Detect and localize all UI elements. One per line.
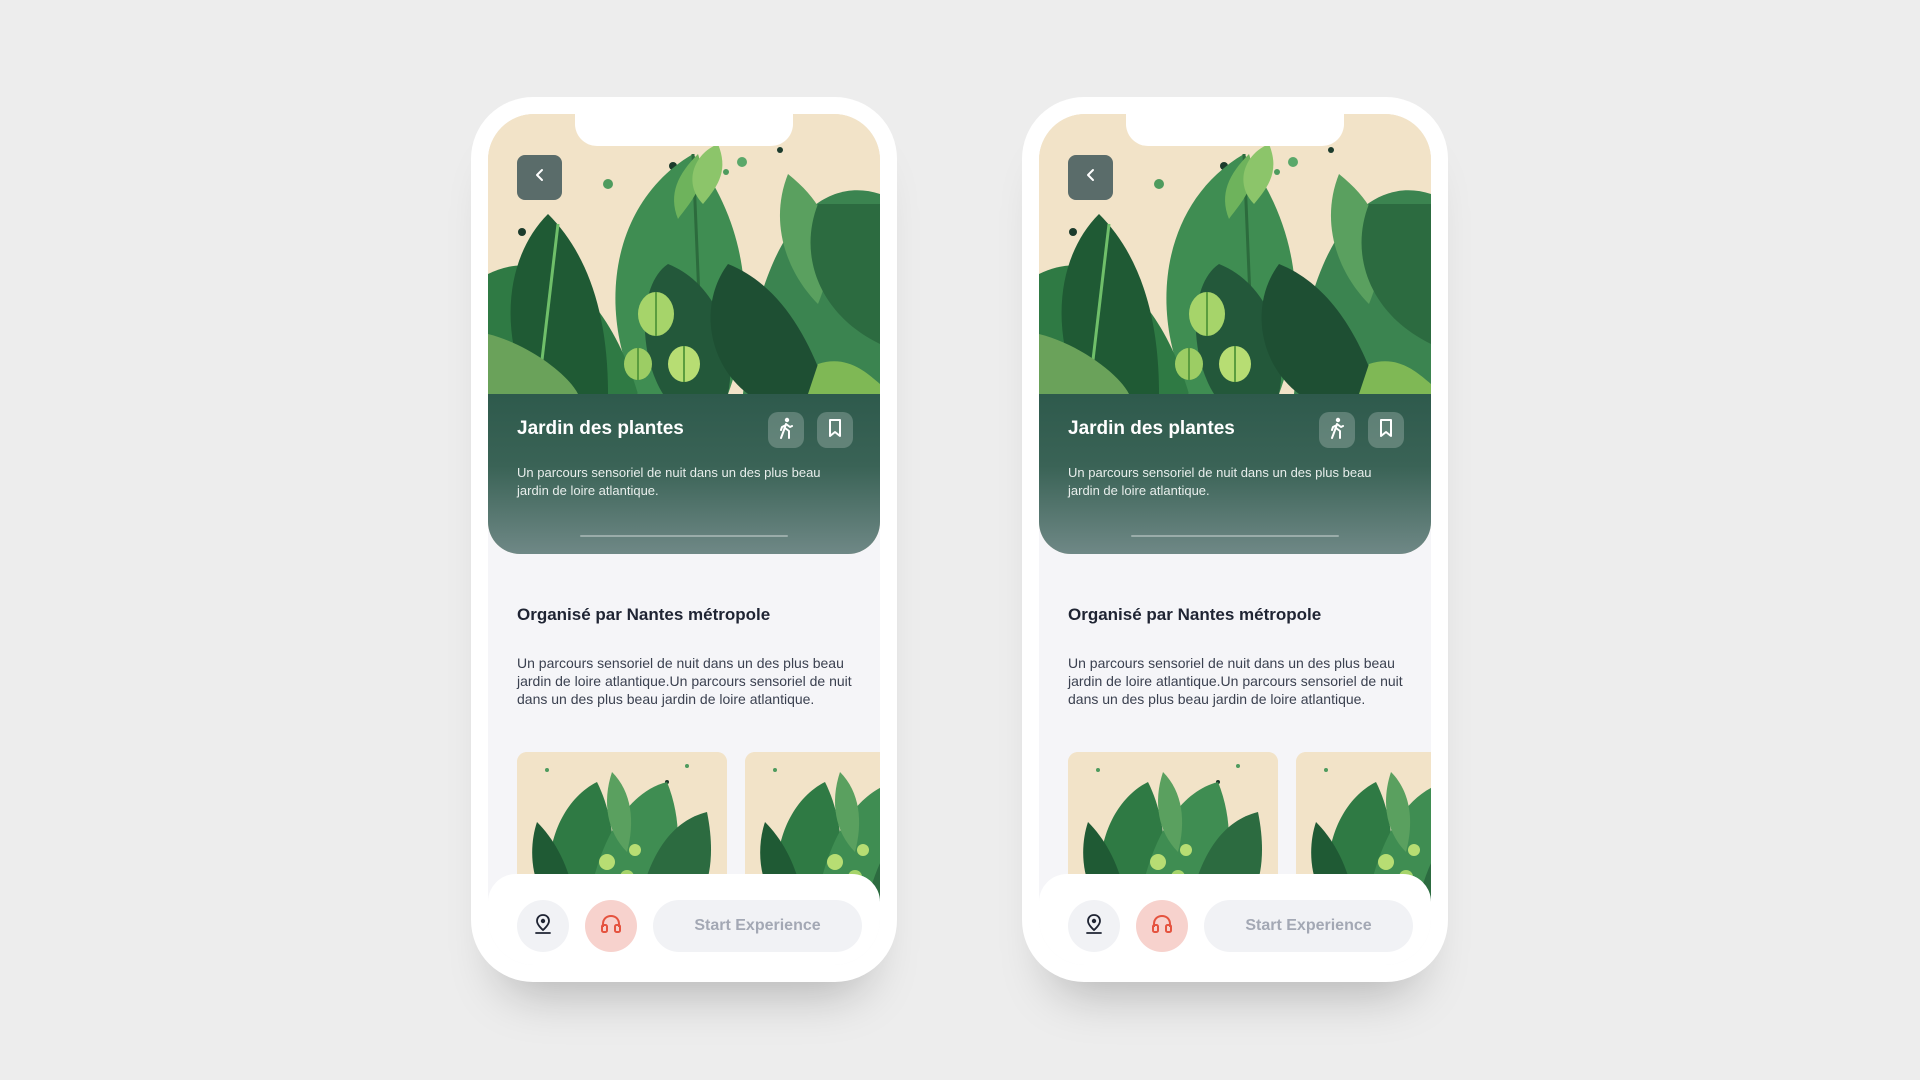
drag-handle[interactable] bbox=[580, 535, 788, 537]
phone-mockup-right: Jardin des plantes Un parcours sensoriel… bbox=[1022, 97, 1448, 982]
bookmark-button[interactable] bbox=[1368, 412, 1404, 448]
walking-person-icon bbox=[1328, 417, 1346, 444]
walking-mode-button[interactable] bbox=[1319, 412, 1355, 448]
hero-card: Jardin des plantes Un parcours sensoriel… bbox=[1039, 114, 1431, 554]
hero-card: Jardin des plantes Un parcours sensoriel… bbox=[488, 114, 880, 554]
headphones-icon bbox=[599, 913, 623, 940]
back-button[interactable] bbox=[517, 155, 562, 200]
place-description: Un parcours sensoriel de nuit dans un de… bbox=[1068, 465, 1372, 498]
chevron-left-icon bbox=[1084, 168, 1098, 187]
location-button[interactable] bbox=[1068, 900, 1120, 952]
bookmark-icon bbox=[1378, 418, 1394, 443]
walking-mode-button[interactable] bbox=[768, 412, 804, 448]
phone-mockup-left: Jardin des plantes Un parcours sensoriel… bbox=[471, 97, 897, 982]
bottom-action-bar: Start Experience bbox=[1039, 874, 1431, 965]
place-title: Jardin des plantes bbox=[517, 418, 684, 439]
back-button[interactable] bbox=[1068, 155, 1113, 200]
headphones-icon bbox=[1150, 913, 1174, 940]
audio-guide-button[interactable] bbox=[1136, 900, 1188, 952]
organizer-description: Un parcours sensoriel de nuit dans un de… bbox=[517, 655, 852, 707]
chevron-left-icon bbox=[533, 168, 547, 187]
bottom-action-bar: Start Experience bbox=[488, 874, 880, 965]
start-experience-button[interactable]: Start Experience bbox=[653, 900, 862, 952]
phone-notch bbox=[575, 114, 793, 146]
audio-guide-button[interactable] bbox=[585, 900, 637, 952]
place-description: Un parcours sensoriel de nuit dans un de… bbox=[517, 465, 821, 498]
app-screen: Jardin des plantes Un parcours sensoriel… bbox=[1039, 114, 1431, 965]
start-experience-button[interactable]: Start Experience bbox=[1204, 900, 1413, 952]
bookmark-button[interactable] bbox=[817, 412, 853, 448]
bookmark-icon bbox=[827, 418, 843, 443]
map-pin-icon bbox=[533, 913, 553, 940]
organizer-title: Organisé par Nantes métropole bbox=[1068, 605, 1322, 624]
map-pin-icon bbox=[1084, 913, 1104, 940]
drag-handle[interactable] bbox=[1131, 535, 1339, 537]
organizer-description: Un parcours sensoriel de nuit dans un de… bbox=[1068, 655, 1403, 707]
app-screen: Jardin des plantes Un parcours sensoriel… bbox=[488, 114, 880, 965]
location-button[interactable] bbox=[517, 900, 569, 952]
organizer-title: Organisé par Nantes métropole bbox=[517, 605, 771, 624]
walking-person-icon bbox=[777, 417, 795, 444]
phone-notch bbox=[1126, 114, 1344, 146]
place-title: Jardin des plantes bbox=[1068, 418, 1235, 439]
